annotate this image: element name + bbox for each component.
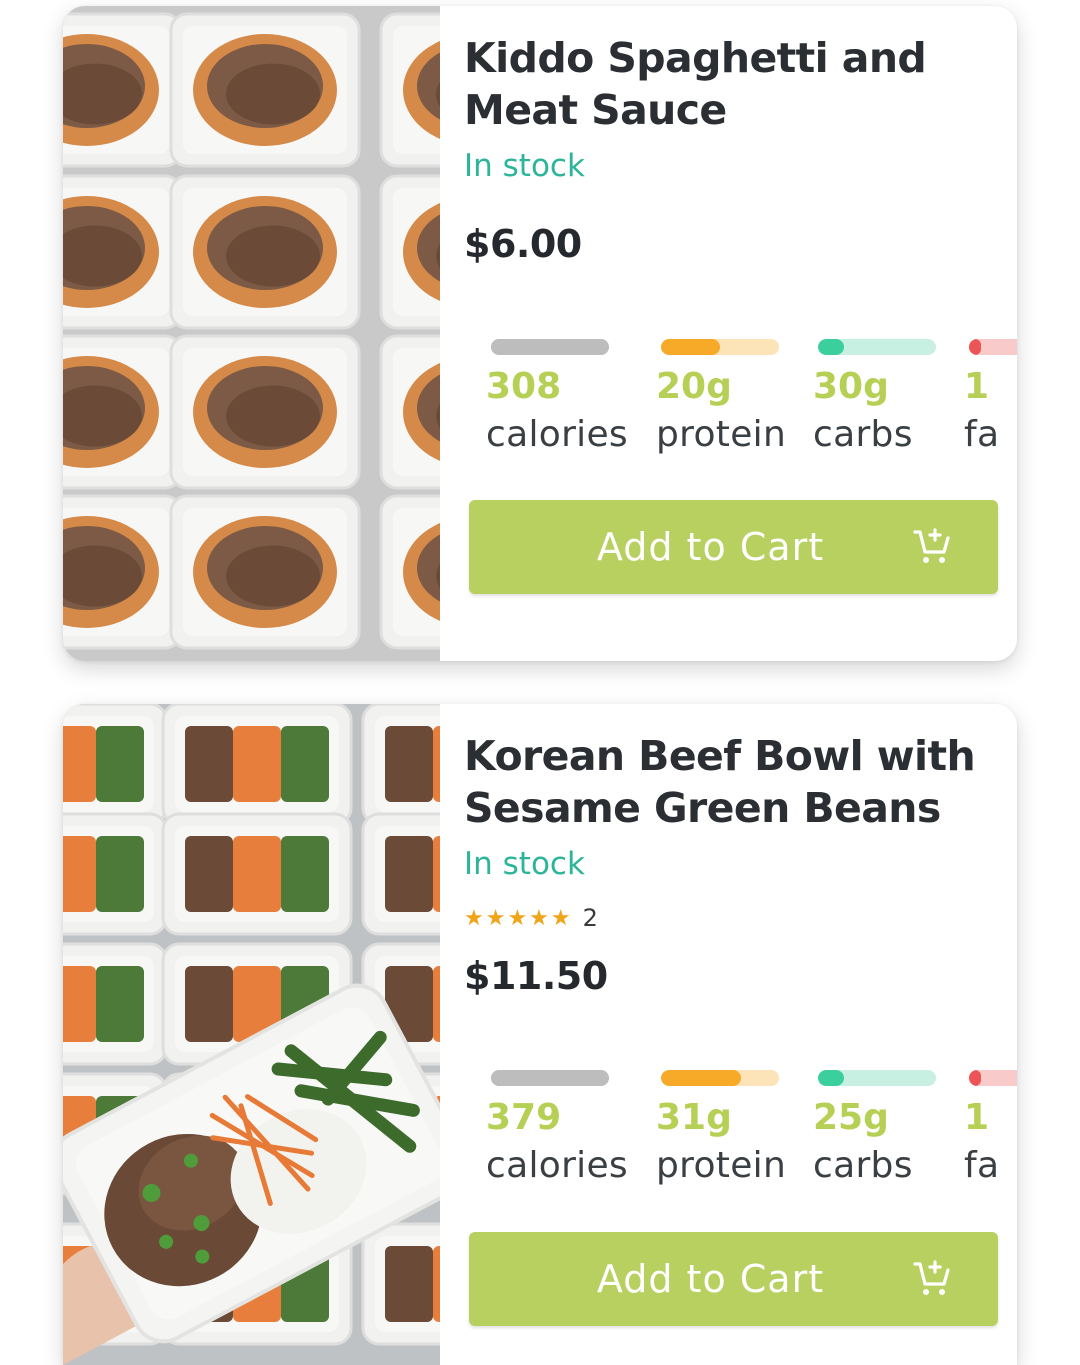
- carbs-bar: [818, 1070, 936, 1086]
- fat-value: 1: [964, 366, 990, 407]
- stock-status: In stock: [464, 148, 585, 184]
- protein-value: 20g: [656, 366, 732, 407]
- stock-status: In stock: [464, 846, 585, 882]
- macro-protein: 20g protein: [656, 339, 786, 459]
- fat-value: 1: [964, 1097, 990, 1138]
- carbs-label: carbs: [813, 1145, 913, 1186]
- product-price: $6.00: [464, 222, 582, 266]
- protein-value: 31g: [656, 1097, 732, 1138]
- product-rating[interactable]: ★★★★★ 2: [464, 904, 598, 932]
- add-to-cart-button[interactable]: Add to Cart: [469, 500, 998, 594]
- product-card[interactable]: Kiddo Spaghetti and Meat Sauce In stock …: [63, 6, 1017, 661]
- macro-summary: 308 calories 20g protein 30g carbs 1 fa: [486, 339, 1017, 469]
- calories-label: calories: [486, 414, 628, 455]
- calories-label: calories: [486, 1145, 628, 1186]
- calories-value: 308: [486, 366, 562, 407]
- add-to-cart-label: Add to Cart: [596, 525, 825, 569]
- macro-calories: 308 calories: [486, 339, 628, 459]
- product-title[interactable]: Korean Beef Bowl with Sesame Green Beans: [464, 730, 1004, 834]
- add-to-cart-icon: [913, 528, 950, 563]
- protein-label: protein: [656, 1145, 787, 1186]
- carbs-bar: [818, 339, 936, 355]
- macro-carbs: 25g carbs: [813, 1070, 936, 1190]
- macro-fat: 1 fa: [964, 1070, 1017, 1190]
- macro-calories: 379 calories: [486, 1070, 628, 1190]
- add-to-cart-label: Add to Cart: [596, 1257, 825, 1301]
- protein-label: protein: [656, 414, 787, 455]
- fat-label: fa: [964, 1145, 1000, 1186]
- protein-bar: [661, 339, 779, 355]
- calories-value: 379: [486, 1097, 562, 1138]
- protein-bar: [661, 1070, 779, 1086]
- macro-fat: 1 fa: [964, 339, 1017, 459]
- product-photo[interactable]: [63, 6, 440, 661]
- macro-summary: 379 calories 31g protein 25g carbs 1 fa: [486, 1070, 1017, 1200]
- carbs-label: carbs: [813, 414, 913, 455]
- product-card[interactable]: Korean Beef Bowl with Sesame Green Beans…: [63, 704, 1017, 1365]
- macro-protein: 31g protein: [656, 1070, 786, 1190]
- review-count: 2: [582, 904, 598, 932]
- product-photo[interactable]: [63, 704, 440, 1365]
- add-to-cart-icon: [913, 1260, 950, 1295]
- product-price: $11.50: [464, 954, 608, 998]
- calories-bar: [491, 339, 609, 355]
- macro-carbs: 30g carbs: [813, 339, 936, 459]
- product-title[interactable]: Kiddo Spaghetti and Meat Sauce: [464, 32, 1004, 136]
- fat-bar: [969, 339, 1017, 355]
- fat-bar: [969, 1070, 1017, 1086]
- add-to-cart-button[interactable]: Add to Cart: [469, 1232, 998, 1326]
- fat-label: fa: [964, 414, 1000, 455]
- calories-bar: [491, 1070, 609, 1086]
- star-rating-icon: ★★★★★: [464, 905, 573, 931]
- carbs-value: 30g: [813, 366, 889, 407]
- carbs-value: 25g: [813, 1097, 889, 1138]
